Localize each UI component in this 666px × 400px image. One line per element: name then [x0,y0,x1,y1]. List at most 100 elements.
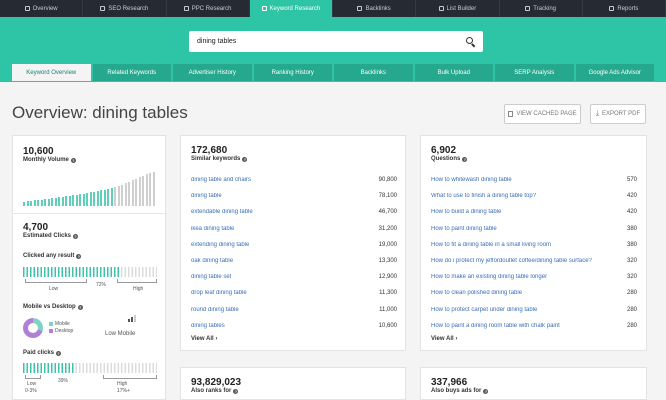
low-label: Low [49,286,59,292]
volume-bar [54,198,57,206]
view-all-similar-link[interactable]: View All › [191,336,217,342]
volume-bar [82,194,85,206]
view-all-questions-link[interactable]: View All › [431,336,457,342]
keyword-link[interactable]: dining tables [191,323,225,329]
question-link[interactable]: How to clean polished dining table [431,290,522,296]
question-link[interactable]: How to protect carpet under dining table [431,307,537,313]
monthly-volume-value: 10,600 [23,146,54,157]
nav-tracking[interactable]: Tracking [500,0,583,17]
nav-label: List Builder [446,5,477,12]
nav-backlinks[interactable]: Backlinks [333,0,417,17]
question-link[interactable]: How do i protect my jeffordoutlet coffee… [431,258,592,264]
search-box[interactable]: dining tables [189,31,483,52]
volume-bar [51,198,53,206]
info-icon[interactable]: ? [483,388,489,394]
list-item: drop leaf dining table 11,300 [191,285,397,301]
keyword-link[interactable]: extending dining table [191,242,249,248]
tab-keyword-overview[interactable]: Keyword Overview [12,64,91,81]
keyword-link[interactable]: oak dining table [191,258,233,264]
list-item: How to clean polished dining table 280 [431,285,637,301]
nav-reports[interactable]: Reports [583,0,666,17]
keyword-link[interactable]: dining table [191,193,222,199]
tab-google-ads-advisor[interactable]: Google Ads Advisor [575,64,654,81]
volume-bar [23,202,25,206]
list-item: dining table set 12,900 [191,269,397,285]
high-bracket [117,279,157,283]
questions-header: 6,902 Questions? [431,145,468,162]
nav-label: Overview [32,5,58,12]
volume-bar [79,194,81,206]
paid-progress-fill [23,363,76,373]
search-icon[interactable] [466,37,475,46]
volume-bar [33,200,36,206]
button-label: VIEW CACHED PAGE [516,111,577,117]
info-icon[interactable]: ? [76,253,82,259]
paid-percent: 39% [58,378,69,384]
nav-seo-research[interactable]: SEO Research [83,0,167,17]
volume-bar [72,195,74,206]
question-link[interactable]: How to fit a dining table in a small liv… [431,242,551,248]
info-icon[interactable]: ? [73,233,79,239]
question-link[interactable]: How to whitewash dining table [431,177,512,183]
label-text: Paid clicks [23,350,55,356]
tab-related-keywords[interactable]: Related Keywords [92,64,171,81]
question-link[interactable]: How to build a dining table [431,209,501,215]
estimated-clicks-value: 4,700 [23,222,49,233]
keyword-volume: 46,700 [378,209,397,216]
label-text: Clicked any result [23,253,75,259]
also-ranks-card: 93,829,023 Also ranks for? [180,367,406,400]
low-bracket [25,375,41,379]
keyword-volume: 31,200 [378,225,397,232]
high-label: High [117,381,128,387]
clicked-percent: 72% [96,282,107,288]
view-cached-page-button[interactable]: VIEW CACHED PAGE [504,104,581,124]
info-icon[interactable]: ? [77,304,83,310]
nav-keyword-research[interactable]: Keyword Research [249,0,333,17]
low-bracket [25,279,87,283]
keyword-link[interactable]: dining table set [191,274,231,280]
tab-ranking-history[interactable]: Ranking History [253,64,332,81]
nav-list-builder[interactable]: List Builder [416,0,500,17]
nav-overview[interactable]: Overview [0,0,84,17]
tab-advertiser-history[interactable]: Advertiser History [173,64,252,81]
list-item: How to make an existing dining table lon… [431,269,637,285]
keyword-volume: 78,100 [378,193,397,200]
volume-bar [37,200,39,206]
volume-bar [89,192,92,206]
volume-bar [124,182,127,206]
info-icon[interactable]: ? [56,350,62,356]
legend-text: Mobile [55,321,70,327]
info-icon[interactable]: ? [462,156,468,162]
volume-trend-chart [23,170,157,206]
list-item: How to paint dining table 380 [431,221,637,237]
keyword-link[interactable]: dining table and chairs [191,177,251,183]
question-link[interactable]: How to make an existing dining table lon… [431,274,547,280]
question-link[interactable]: How to paint dining table [431,226,497,232]
info-icon[interactable]: ? [233,388,239,394]
nav-ppc-research[interactable]: PPC Research [167,0,250,17]
question-volume: 420 [626,193,637,200]
low-range: 0-3% [25,388,37,394]
link-text: View All [431,336,454,342]
info-icon[interactable]: ? [70,157,76,163]
question-link[interactable]: What to use to finish a dining table top… [431,193,536,199]
volume-bar [142,175,144,206]
volume-bar [103,189,106,206]
list-item: round dining table 11,000 [191,302,397,318]
search-input[interactable]: dining tables [197,38,466,45]
keyword-volume: 19,000 [378,241,397,248]
questions-count: 6,902 [431,145,457,156]
question-link[interactable]: How to paint a dining room table with ch… [431,323,560,329]
tab-backlinks[interactable]: Backlinks [334,64,413,81]
keyword-link[interactable]: round dining table [191,307,239,313]
export-pdf-button[interactable]: ⤓ EXPORT PDF [590,104,646,124]
mobile-desktop-donut [23,318,43,338]
signal-icon [128,315,136,322]
keyword-link[interactable]: extendable dining table [191,209,253,215]
tab-serp-analysis[interactable]: SERP Analysis [495,64,574,81]
keyword-link[interactable]: drop leaf dining table [191,290,247,296]
tab-bulk-upload[interactable]: Bulk Upload [414,64,493,81]
info-icon[interactable]: ? [242,156,248,162]
keyword-link[interactable]: ikea dining table [191,226,234,232]
label-text: Monthly Volume [23,157,69,163]
